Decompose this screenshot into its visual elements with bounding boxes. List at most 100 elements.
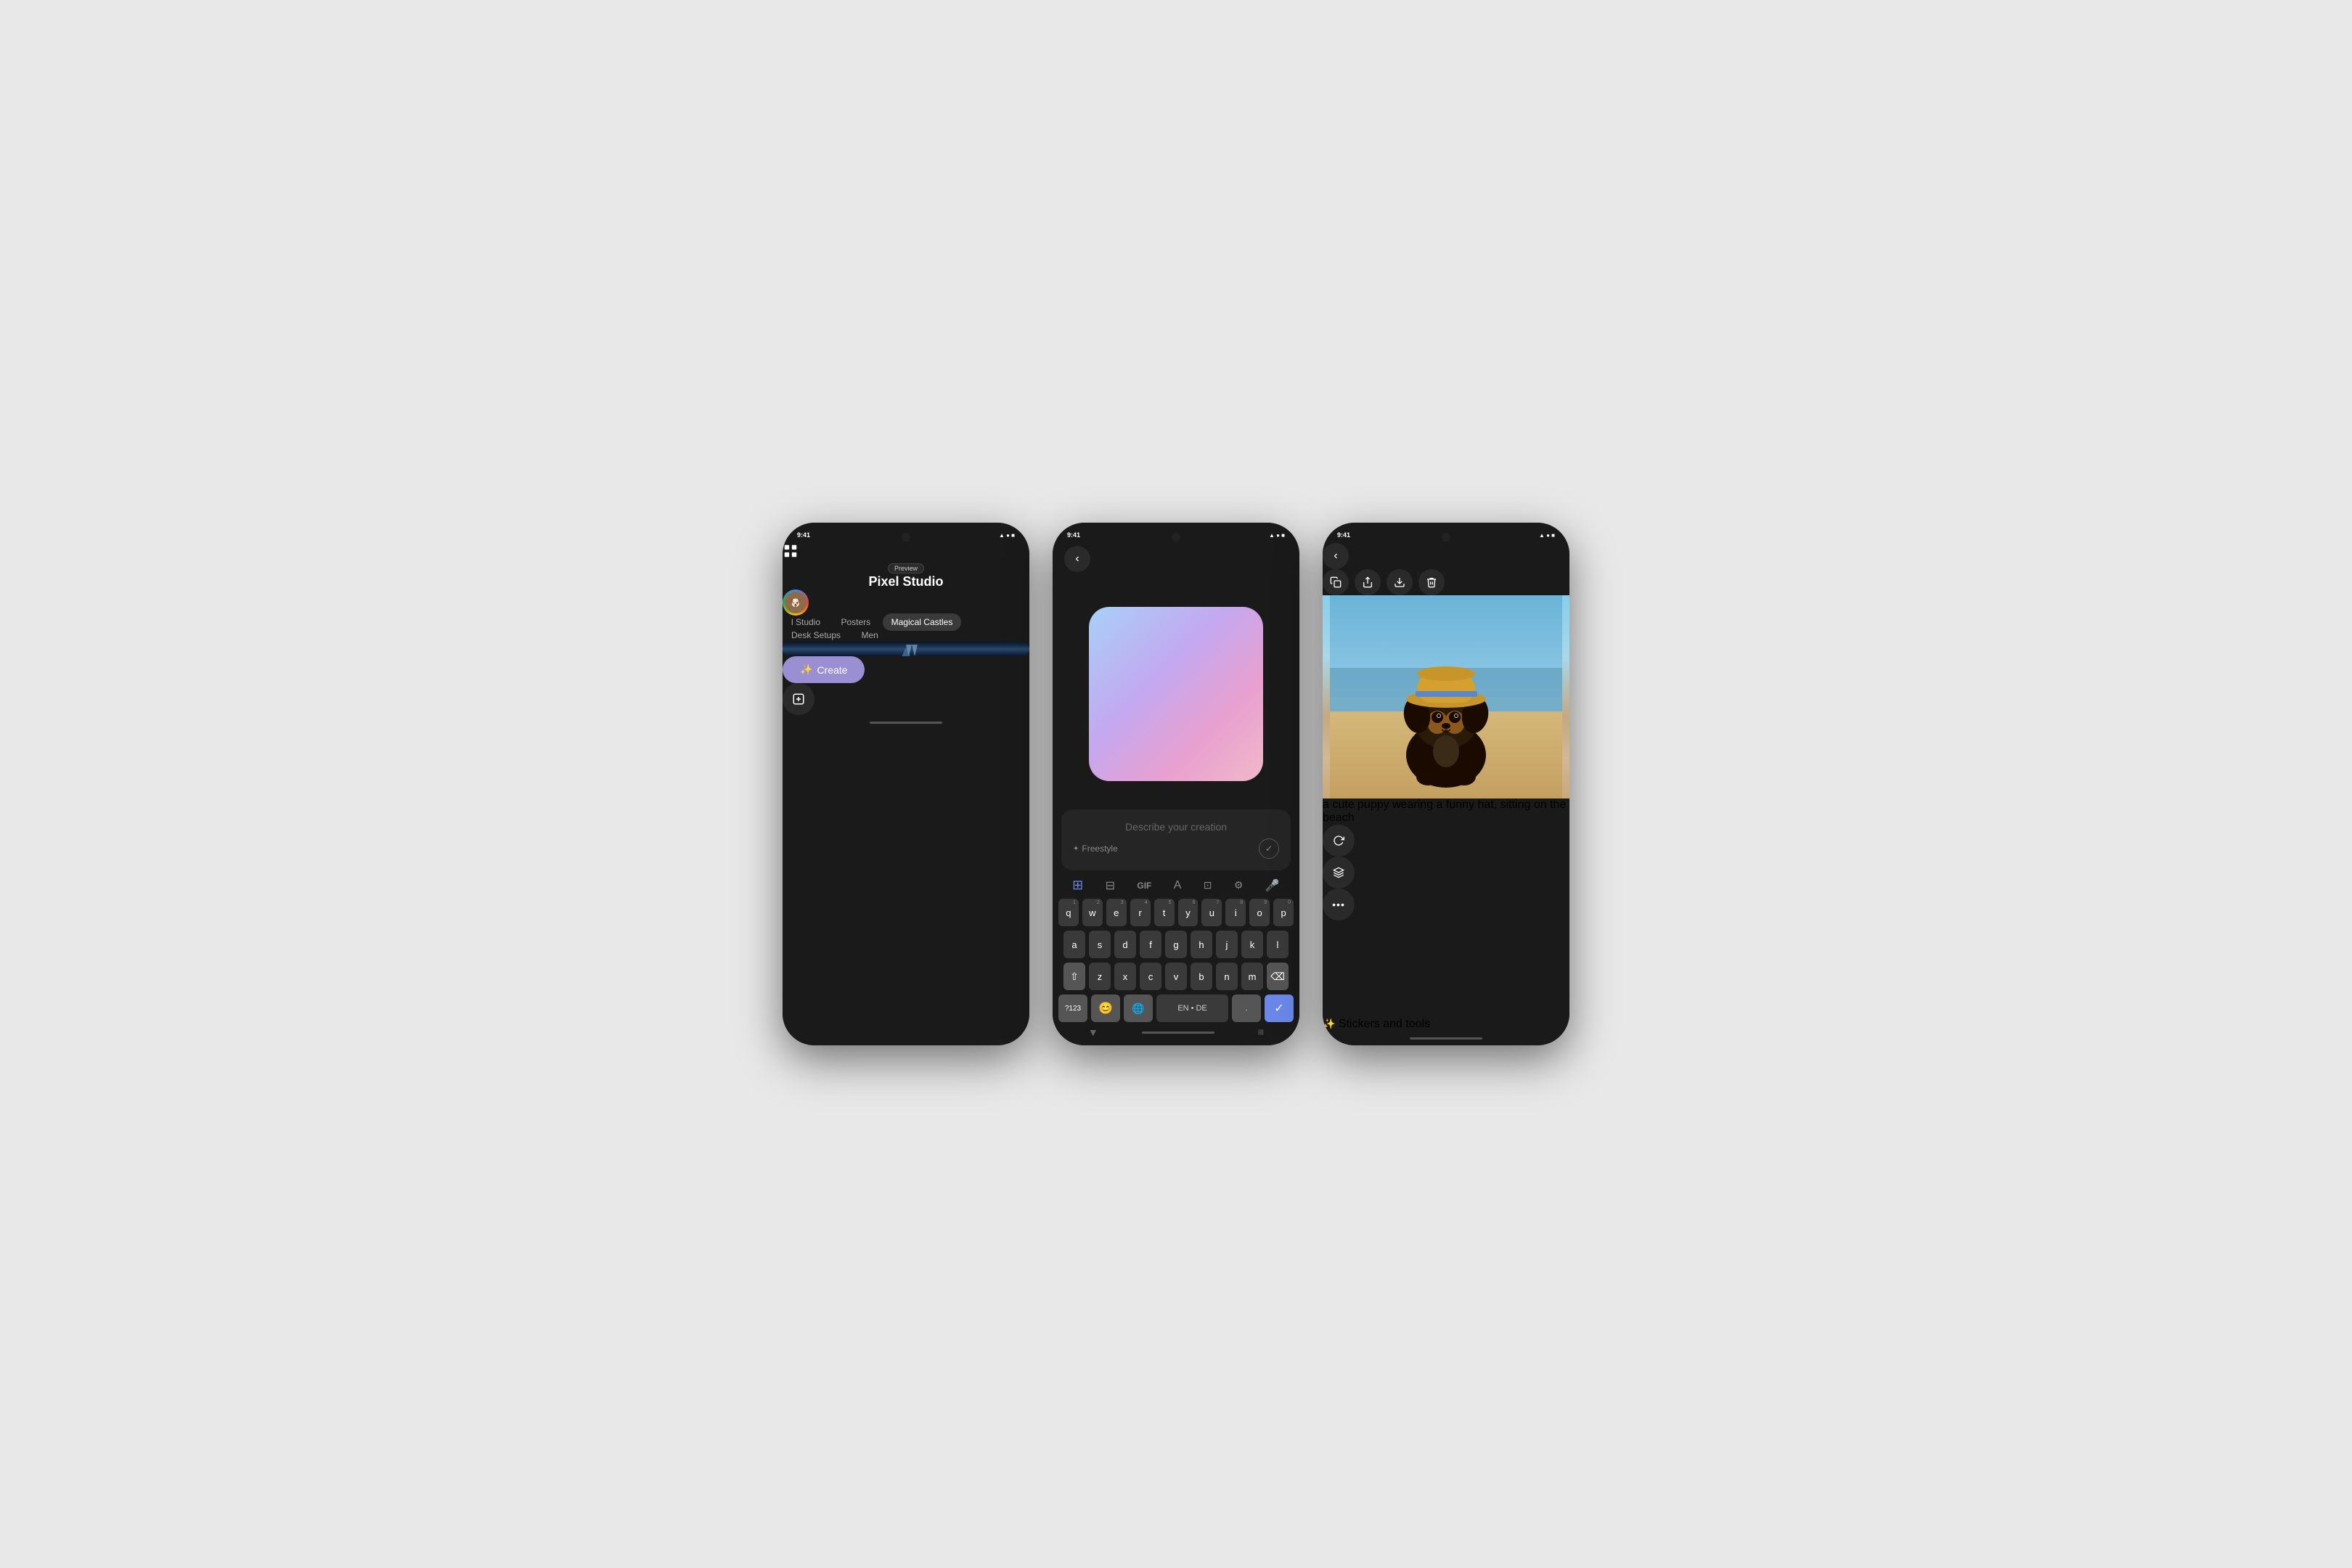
app-title: Pixel Studio	[868, 574, 943, 589]
more-action-button[interactable]: •••	[1323, 889, 1355, 920]
screens-container: 9:41 ▲ ● ■ Preview Pixel Studio 🐶 l Stud…	[754, 494, 1598, 1074]
gallery-icon[interactable]	[783, 543, 1029, 563]
status-icons-3: ▲ ● ■	[1539, 532, 1555, 539]
phone3-top-bar: ‹	[1323, 543, 1569, 595]
kb-font-icon[interactable]: A	[1174, 879, 1182, 892]
phone2-top-bar: ‹	[1053, 543, 1299, 578]
key-e[interactable]: e3	[1106, 899, 1127, 926]
key-t[interactable]: t5	[1154, 899, 1175, 926]
key-z[interactable]: z	[1089, 963, 1111, 990]
tab-magical-castles[interactable]: Magical Castles	[883, 613, 962, 631]
keyboard-toolbar: ⊞ ⊟ GIF A ⊡ ⚙ 🎤	[1055, 875, 1297, 899]
kb-clipboard-icon[interactable]: ⊟	[1106, 878, 1115, 893]
key-globe[interactable]: 🌐	[1124, 995, 1153, 1022]
back-button-2[interactable]: ‹	[1064, 546, 1090, 572]
key-v[interactable]: v	[1165, 963, 1187, 990]
home-bar-line-1	[870, 722, 942, 724]
kb-settings-icon[interactable]: ⚙	[1234, 879, 1244, 891]
kb-apps-icon[interactable]: ⊞	[1072, 878, 1083, 893]
key-b[interactable]: b	[1191, 963, 1212, 990]
key-w[interactable]: w2	[1082, 899, 1103, 926]
number-row: q 1 w2 e3 r4	[1058, 899, 1294, 926]
key-y[interactable]: y6	[1178, 899, 1199, 926]
kb-grid-icon[interactable]: ⊞	[1258, 1029, 1264, 1037]
key-n[interactable]: n	[1216, 963, 1238, 990]
puppy-photo[interactable]	[1323, 595, 1569, 799]
key-h[interactable]: h	[1191, 931, 1212, 958]
refresh-action-button[interactable]	[1323, 825, 1355, 857]
freestyle-icon: ✦	[1073, 845, 1079, 853]
stickers-tools-button[interactable]: ✨ Stickers and tools	[1323, 1018, 1569, 1031]
create-icon: ✨	[800, 663, 812, 676]
key-x[interactable]: x	[1114, 963, 1136, 990]
download-button[interactable]	[1387, 569, 1413, 595]
key-i-container: i8	[1225, 899, 1246, 926]
kb-mic-icon[interactable]: 🎤	[1265, 878, 1280, 893]
shift-key[interactable]: ⇧	[1063, 963, 1085, 990]
phone3-spacer	[1323, 920, 1569, 1018]
key-r-container: r4	[1130, 899, 1151, 926]
key-u-container: u7	[1201, 899, 1222, 926]
key-123[interactable]: ?123	[1058, 995, 1087, 1022]
key-y-container: y6	[1178, 899, 1199, 926]
bottom-actions: ✨ Create	[783, 656, 1029, 715]
avatar[interactable]: 🐶	[783, 589, 809, 616]
phone1-title-area: Preview Pixel Studio	[783, 563, 1029, 589]
puppy-image-display	[1323, 595, 1569, 799]
key-w-container: w2	[1082, 899, 1103, 926]
key-j[interactable]: j	[1216, 931, 1238, 958]
delete-button[interactable]	[1418, 569, 1445, 595]
key-o-container: o9	[1249, 899, 1270, 926]
key-period[interactable]: .	[1232, 995, 1261, 1022]
phone2-content: ‹ Describe your creation ✦ Freestyle ✓	[1053, 543, 1299, 1045]
key-r[interactable]: r4	[1130, 899, 1151, 926]
status-bar-1: 9:41 ▲ ● ■	[783, 523, 1029, 543]
status-time-2: 9:41	[1067, 531, 1080, 539]
key-emoji[interactable]: 😊	[1091, 995, 1120, 1022]
prompt-placeholder: Describe your creation	[1073, 821, 1279, 833]
key-a[interactable]: a	[1063, 931, 1085, 958]
kb-gif-icon[interactable]: GIF	[1137, 881, 1151, 891]
key-i[interactable]: i8	[1225, 899, 1246, 926]
phone1-content: ✏️ a magical magestic castle in the midd…	[783, 642, 1029, 656]
status-icons-1: ▲ ● ■	[999, 532, 1015, 539]
back-button-3[interactable]: ‹	[1323, 543, 1349, 569]
send-key[interactable]: ✓	[1265, 995, 1294, 1022]
key-f[interactable]: f	[1140, 931, 1161, 958]
status-time-3: 9:41	[1337, 531, 1350, 539]
preview-badge: Preview	[888, 563, 924, 573]
key-d[interactable]: d	[1114, 931, 1136, 958]
key-l[interactable]: l	[1267, 931, 1289, 958]
layers-action-button[interactable]	[1323, 857, 1355, 889]
image-card-ice[interactable]	[783, 642, 1029, 656]
kb-paste-icon[interactable]: ⊡	[1204, 879, 1212, 891]
key-g[interactable]: g	[1165, 931, 1187, 958]
phone-2: 9:41 ▲ ● ■ ‹ Describe your creation ✦ Fr…	[1053, 523, 1299, 1045]
status-bar-2: 9:41 ▲ ● ■	[1053, 523, 1299, 543]
create-button[interactable]: ✨ Create	[783, 656, 865, 683]
confirm-button[interactable]: ✓	[1259, 838, 1279, 859]
row-zxcv: ⇧ z x c v b n m ⌫	[1058, 963, 1294, 990]
prompt-area[interactable]: Describe your creation ✦ Freestyle ✓	[1061, 809, 1291, 870]
status-time-1: 9:41	[797, 531, 810, 539]
keyboard-bottom: ▼ ⊞	[1055, 1022, 1297, 1042]
space-key[interactable]: EN • DE	[1156, 995, 1228, 1022]
backspace-key[interactable]: ⌫	[1267, 963, 1289, 990]
kb-down-arrow[interactable]: ▼	[1088, 1026, 1098, 1038]
status-icons-2: ▲ ● ■	[1269, 532, 1285, 539]
add-image-button[interactable]	[783, 683, 814, 715]
key-p[interactable]: p0	[1273, 899, 1294, 926]
key-u[interactable]: u7	[1201, 899, 1222, 926]
tabs-container: l Studio Posters Magical Castles Desk Se…	[783, 616, 1029, 642]
key-s[interactable]: s	[1089, 931, 1111, 958]
key-c[interactable]: c	[1140, 963, 1161, 990]
share-button[interactable]	[1355, 569, 1381, 595]
key-q[interactable]: q 1	[1058, 899, 1079, 926]
key-k[interactable]: k	[1241, 931, 1263, 958]
key-o[interactable]: o9	[1249, 899, 1270, 926]
key-m[interactable]: m	[1241, 963, 1263, 990]
gradient-canvas[interactable]	[1089, 607, 1263, 781]
phone1-header: Preview Pixel Studio 🐶	[783, 543, 1029, 616]
copy-button[interactable]	[1323, 569, 1349, 595]
kb-home-bar	[1142, 1032, 1214, 1034]
